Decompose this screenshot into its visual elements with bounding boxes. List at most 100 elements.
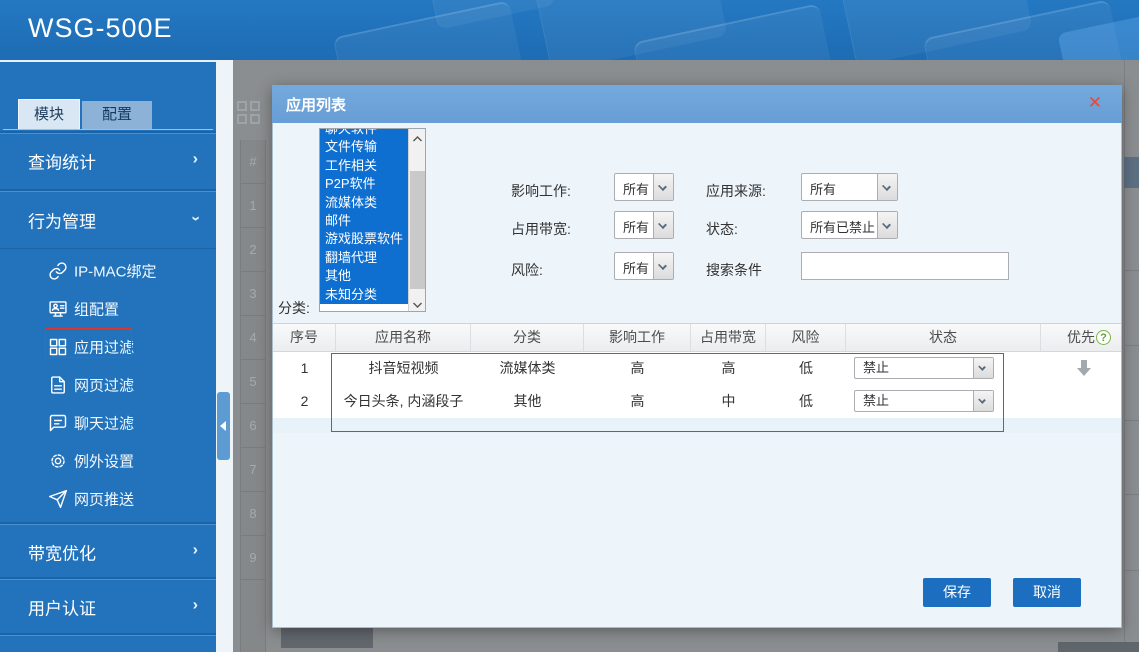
col-header-risk: 风险 xyxy=(766,324,846,351)
category-option[interactable]: 聊天软件 xyxy=(320,128,409,138)
section-label: 查询统计 xyxy=(28,149,96,174)
row-number: 3 xyxy=(241,272,265,316)
bandwidth-filter-select[interactable]: 所有 xyxy=(614,211,674,239)
sidebar-item-label: 网页推送 xyxy=(74,489,134,510)
chevron-right-icon: › xyxy=(193,597,198,615)
app-table-header: 序号 应用名称 分类 影响工作 占用带宽 风险 状态 优先 ? xyxy=(273,323,1121,352)
select-value: 所有已禁止 xyxy=(810,217,875,236)
background-row-line xyxy=(1124,420,1139,421)
category-option[interactable]: 未知分类 xyxy=(320,286,409,304)
background-row-line xyxy=(1124,494,1139,495)
source-filter-select[interactable]: 所有 xyxy=(801,173,898,201)
col-header-priority: 优先 ? xyxy=(1041,324,1121,351)
chevron-right-icon: › xyxy=(193,151,198,169)
category-option[interactable]: P2P软件 xyxy=(320,175,409,193)
chevron-down-icon xyxy=(653,174,673,200)
sidebar-item-label: 聊天过滤 xyxy=(74,413,134,434)
section-label: 用户认证 xyxy=(28,595,96,620)
sidebar-item-label: 网页过滤 xyxy=(74,375,134,396)
group-monitor-icon xyxy=(48,299,68,319)
cell-name: 抖音短视频 xyxy=(336,352,471,385)
behavior-submenu: IP-MAC绑定 组配置 应用过滤 网页过滤 聊天过滤 例外设置 网页推送 xyxy=(0,248,216,523)
grid-icon xyxy=(48,337,68,357)
cell-index: 1 xyxy=(273,352,336,385)
category-listbox[interactable]: 聊天软件 文件传输 工作相关 P2P软件 流媒体类 邮件 游戏股票软件 翻墙代理… xyxy=(319,128,426,312)
close-icon[interactable]: ✕ xyxy=(1088,93,1102,113)
sidebar-collapse-handle[interactable] xyxy=(217,392,230,460)
category-option[interactable]: 其他 xyxy=(320,267,409,285)
cell-impact: 高 xyxy=(584,385,691,418)
sidebar-item-web-filter[interactable]: 网页过滤 xyxy=(0,366,216,404)
sidebar-item-app-filter[interactable]: 应用过滤 xyxy=(0,328,216,366)
category-option[interactable]: 工作相关 xyxy=(320,157,409,175)
cell-category: 其他 xyxy=(471,385,584,418)
row-number: 8 xyxy=(241,492,265,536)
background-row-line xyxy=(1124,270,1139,271)
sidebar-section-bandwidth-opt[interactable]: 带宽优化 › xyxy=(0,524,216,578)
status-filter-select[interactable]: 所有已禁止 xyxy=(801,211,898,239)
background-table-header xyxy=(1124,157,1139,188)
cell-bandwidth: 高 xyxy=(691,352,766,385)
sidebar-item-group-config[interactable]: 组配置 xyxy=(0,290,216,328)
cell-index: 2 xyxy=(273,385,336,418)
status-select[interactable]: 禁止 xyxy=(854,357,994,379)
risk-filter-label: 风险: xyxy=(511,260,543,280)
status-select[interactable]: 禁止 xyxy=(854,390,994,412)
collapse-left-icon xyxy=(220,421,226,431)
impact-filter-label: 影响工作: xyxy=(511,181,571,201)
select-value: 所有 xyxy=(623,217,649,236)
tab-config[interactable]: 配置 xyxy=(82,101,152,129)
cell-name: 今日头条, 内涵段子 xyxy=(336,385,471,418)
row-number: # xyxy=(241,140,265,184)
cell-impact: 高 xyxy=(584,352,691,385)
scrollbar-thumb[interactable] xyxy=(410,171,425,289)
col-header-index: 序号 xyxy=(273,324,336,351)
category-option[interactable]: 游戏股票软件 xyxy=(320,230,409,248)
cell-status: 禁止 xyxy=(846,352,1041,385)
app-list-dialog: 应用列表 ✕ 分类: 聊天软件 文件传输 工作相关 P2P软件 流媒体类 邮件 … xyxy=(272,85,1122,628)
sidebar-item-web-push[interactable]: 网页推送 xyxy=(0,480,216,518)
sidebar-item-exception[interactable]: 例外设置 xyxy=(0,442,216,480)
sidebar-item-ip-mac[interactable]: IP-MAC绑定 xyxy=(0,252,216,290)
section-label: 带宽优化 xyxy=(28,539,96,564)
send-icon xyxy=(48,489,68,509)
link-icon xyxy=(48,261,68,281)
sidebar-section-behavior-mgmt[interactable]: 行为管理 › xyxy=(0,191,216,248)
help-icon[interactable]: ? xyxy=(1096,330,1111,345)
background-table-border xyxy=(1124,60,1125,652)
background-row-line xyxy=(1124,570,1139,571)
content-gap xyxy=(216,60,233,652)
scroll-up-button[interactable] xyxy=(409,129,426,145)
save-button[interactable]: 保存 xyxy=(923,578,991,607)
cancel-button[interactable]: 取消 xyxy=(1013,578,1081,607)
cell-category: 流媒体类 xyxy=(471,352,584,385)
background-dimmed-button xyxy=(281,628,373,648)
category-option[interactable]: 邮件 xyxy=(320,212,409,230)
category-option[interactable]: 文件传输 xyxy=(320,138,409,156)
impact-filter-select[interactable]: 所有 xyxy=(614,173,674,201)
category-option[interactable]: 翻墙代理 xyxy=(320,249,409,267)
chevron-down-icon xyxy=(653,212,673,238)
gear-icon xyxy=(48,451,68,471)
category-label: 分类: xyxy=(278,298,310,318)
row-number: 7 xyxy=(241,448,265,492)
risk-filter-select[interactable]: 所有 xyxy=(614,252,674,280)
sidebar-section-user-auth[interactable]: 用户认证 › xyxy=(0,579,216,634)
app-table-body: 1 抖音短视频 流媒体类 高 高 低 禁止 2 今日头条, 内涵段子 其他 高 … xyxy=(273,352,1121,433)
move-down-icon[interactable] xyxy=(1077,360,1091,376)
listbox-scrollbar[interactable] xyxy=(408,129,425,311)
scroll-down-button[interactable] xyxy=(409,295,426,311)
sidebar-section-query-stats[interactable]: 查询统计 › xyxy=(0,133,216,188)
col-header-status: 状态 xyxy=(846,324,1041,351)
row-number: 2 xyxy=(241,228,265,272)
tab-modules[interactable]: 模块 xyxy=(18,99,80,129)
chevron-right-icon: › xyxy=(193,541,198,559)
document-icon xyxy=(48,375,68,395)
search-input[interactable] xyxy=(801,252,1009,280)
col-header-bandwidth: 占用带宽 xyxy=(691,324,766,351)
sidebar-item-chat-filter[interactable]: 聊天过滤 xyxy=(0,404,216,442)
cell-status: 禁止 xyxy=(846,385,1041,418)
category-option[interactable]: 流媒体类 xyxy=(320,194,409,212)
row-number: 5 xyxy=(241,360,265,404)
chat-bubble-icon xyxy=(48,413,68,433)
